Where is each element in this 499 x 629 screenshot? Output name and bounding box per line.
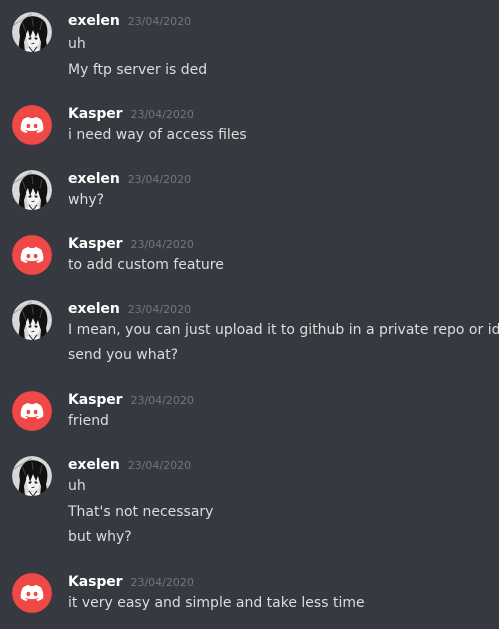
message-timestamp: 23/04/2020	[130, 238, 194, 251]
message-author[interactable]: exelen	[68, 171, 120, 187]
message-text: but why?	[68, 529, 132, 545]
message-text: uh	[68, 478, 86, 494]
message-timestamp: 23/04/2020	[127, 173, 192, 186]
user-avatar[interactable]	[12, 300, 52, 340]
user-avatar[interactable]	[12, 105, 52, 145]
message-author[interactable]: exelen	[68, 13, 120, 29]
anime-avatar-icon	[12, 456, 52, 496]
message-timestamp: 23/04/2020	[127, 15, 192, 28]
anime-avatar-icon	[12, 300, 52, 340]
message-author[interactable]: Kasper	[68, 392, 123, 408]
message-text: uh	[68, 36, 86, 52]
message-author[interactable]: exelen	[68, 457, 120, 473]
user-avatar[interactable]	[12, 456, 52, 496]
anime-avatar-icon	[12, 12, 52, 52]
message-timestamp: 23/04/2020	[127, 459, 192, 472]
anime-avatar-icon	[12, 170, 52, 210]
user-avatar[interactable]	[12, 573, 52, 613]
discord-logo-icon	[12, 391, 52, 431]
user-avatar[interactable]	[12, 170, 52, 210]
chat-message-list: exelen 23/04/2020 uh My ftp server is ded…	[0, 0, 499, 629]
discord-logo-icon	[12, 105, 52, 145]
message-timestamp: 23/04/2020	[127, 303, 192, 316]
discord-logo-icon	[12, 573, 52, 613]
message-timestamp: 23/04/2020	[130, 576, 194, 589]
message-text: That's not necessary	[68, 504, 214, 520]
discord-logo-icon	[12, 235, 52, 275]
user-avatar[interactable]	[12, 391, 52, 431]
message-author[interactable]: Kasper	[68, 574, 123, 590]
message-author[interactable]: exelen	[68, 301, 120, 317]
message-author[interactable]: Kasper	[68, 236, 123, 252]
message-text: friend	[68, 413, 109, 429]
message-text: to add custom feature	[68, 257, 224, 273]
message-text: i need way of access files	[68, 127, 247, 143]
message-timestamp: 23/04/2020	[130, 394, 194, 407]
message-timestamp: 23/04/2020	[130, 108, 194, 121]
message-text: send you what?	[68, 347, 179, 363]
user-avatar[interactable]	[12, 12, 52, 52]
message-text: I mean, you can just upload it to github…	[68, 322, 499, 338]
message-text: why?	[68, 192, 105, 208]
message-text: My ftp server is ded	[68, 62, 208, 78]
user-avatar[interactable]	[12, 235, 52, 275]
message-text: it very easy and simple and take less ti…	[68, 595, 365, 611]
message-author[interactable]: Kasper	[68, 106, 123, 122]
